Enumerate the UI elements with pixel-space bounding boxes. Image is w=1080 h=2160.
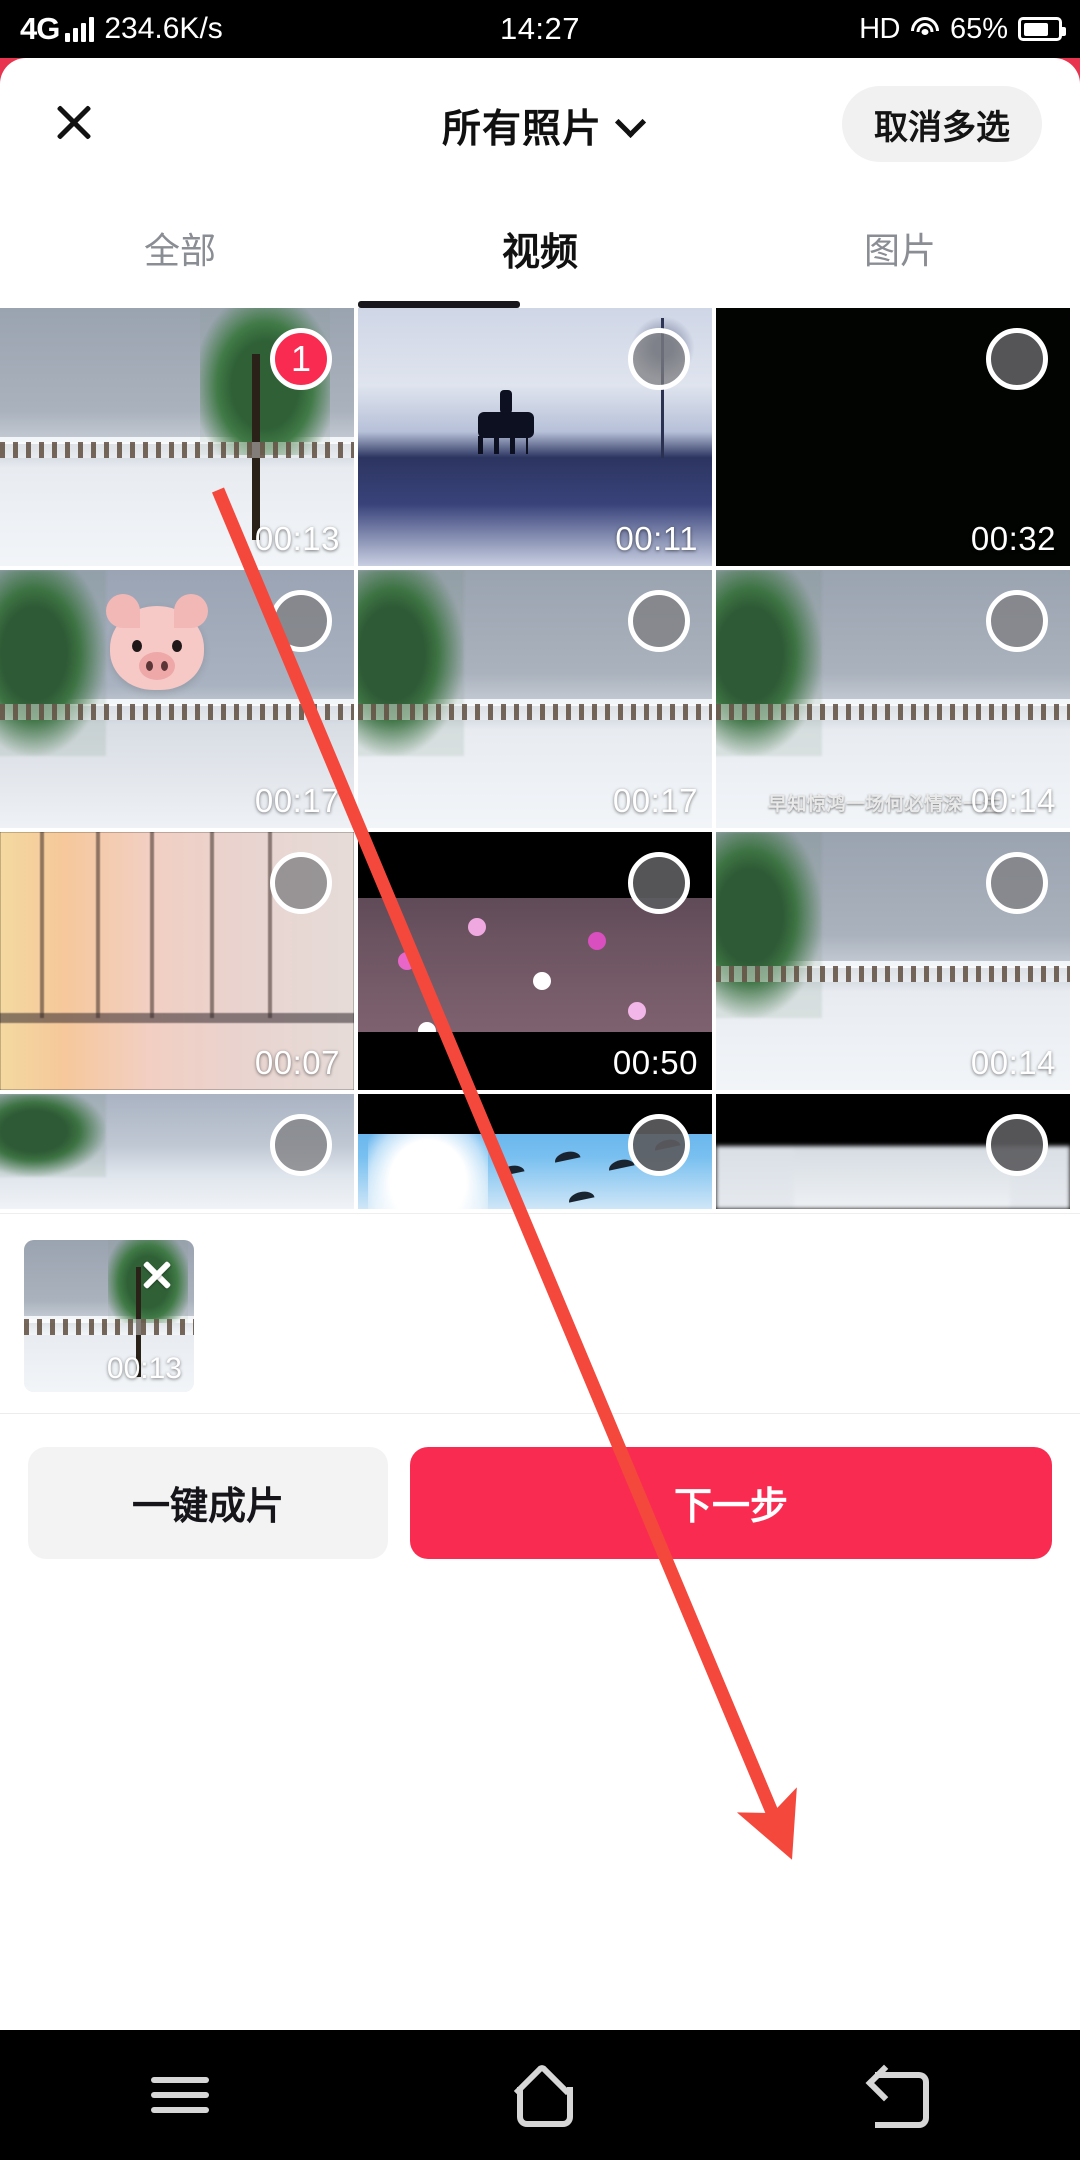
- duration-label: 00:17: [254, 782, 340, 819]
- selection-circle[interactable]: [628, 1114, 690, 1176]
- header: 所有照片 取消多选: [0, 58, 1080, 188]
- page-title: 所有照片: [441, 108, 602, 151]
- nav-back-button[interactable]: [720, 2030, 1080, 2160]
- active-tab-indicator: [358, 301, 520, 308]
- system-nav-bar: [0, 2030, 1080, 2160]
- selection-badge[interactable]: 1: [270, 328, 332, 390]
- next-step-button[interactable]: 下一步: [410, 1446, 1052, 1559]
- duration-label: 00:17: [612, 782, 698, 819]
- media-cell[interactable]: 00:17: [358, 570, 712, 828]
- wifi-icon: [910, 17, 940, 41]
- back-icon: [869, 2066, 931, 2128]
- selection-circle[interactable]: [270, 852, 332, 914]
- bottom-action-bar: 一键成片 下一步: [0, 1413, 1080, 1591]
- selection-circle[interactable]: [986, 590, 1048, 652]
- tab-video[interactable]: 视频: [360, 188, 720, 308]
- pig-emoji-sticker: [106, 594, 208, 690]
- selection-circle[interactable]: [986, 1114, 1048, 1176]
- duration-label: 00:14: [970, 782, 1056, 819]
- duration-label: 00:50: [612, 1044, 698, 1081]
- media-cell[interactable]: 00:50: [358, 832, 712, 1090]
- selected-media-item[interactable]: 00:13: [24, 1240, 194, 1392]
- media-grid: 1 00:13 00:11 00:32 00:17 00:17 早知惊鸿一场何必…: [0, 308, 1080, 1209]
- grid-row: 00:07 00:50 00:14: [0, 832, 1080, 1090]
- duration-label: 00:13: [106, 1352, 182, 1385]
- nav-home-button[interactable]: [360, 2030, 720, 2160]
- media-cell[interactable]: [358, 1094, 712, 1209]
- selection-circle[interactable]: [628, 328, 690, 390]
- video-watermark-label: 早知惊鸿一场何必情深一生: [768, 794, 1003, 815]
- grid-row: 1 00:13 00:11 00:32: [0, 308, 1080, 566]
- selected-media-tray: 00:13: [0, 1213, 1080, 1413]
- media-picker-screen: 所有照片 取消多选 全部 视频 图片 1 00:13 00:11 00:32 0…: [0, 58, 1080, 2030]
- media-cell[interactable]: 00:32: [716, 308, 1070, 566]
- tab-all[interactable]: 全部: [0, 188, 360, 308]
- battery-percent-label: 65%: [949, 12, 1008, 45]
- menu-icon: [151, 2068, 209, 2122]
- duration-label: 00:14: [970, 1044, 1056, 1081]
- status-bar: 4G 234.6K/s 14:27 HD 65%: [0, 0, 1080, 58]
- selection-circle[interactable]: [270, 590, 332, 652]
- tab-photo[interactable]: 图片: [720, 188, 1080, 308]
- grid-row: [0, 1094, 1080, 1209]
- battery-icon: [1018, 17, 1066, 41]
- status-bar-right: HD 65%: [859, 12, 1066, 46]
- media-cell[interactable]: 00:07: [0, 832, 354, 1090]
- home-icon: [509, 2065, 573, 2127]
- media-cell[interactable]: 早知惊鸿一场何必情深一生 00:14: [716, 570, 1070, 828]
- selection-circle[interactable]: [628, 590, 690, 652]
- auto-create-button[interactable]: 一键成片: [28, 1446, 388, 1559]
- media-cell[interactable]: [716, 1094, 1070, 1209]
- selection-circle[interactable]: [986, 328, 1048, 390]
- selection-circle[interactable]: [628, 852, 690, 914]
- chevron-down-icon: [614, 106, 647, 139]
- media-cell[interactable]: [0, 1094, 354, 1209]
- cancel-multiselect-button[interactable]: 取消多选: [842, 86, 1042, 162]
- media-cell[interactable]: 00:11: [358, 308, 712, 566]
- duration-label: 00:07: [254, 1044, 340, 1081]
- media-cell[interactable]: 00:17: [0, 570, 354, 828]
- duration-label: 00:11: [615, 520, 698, 557]
- selection-circle[interactable]: [270, 1114, 332, 1176]
- remove-selection-icon[interactable]: [140, 1258, 174, 1292]
- media-type-tabs: 全部 视频 图片: [0, 188, 1080, 308]
- media-cell[interactable]: 00:14: [716, 832, 1070, 1090]
- duration-label: 00:32: [970, 520, 1056, 557]
- media-cell[interactable]: 1 00:13: [0, 308, 354, 566]
- duration-label: 00:13: [254, 520, 340, 557]
- grid-row: 00:17 00:17 早知惊鸿一场何必情深一生 00:14: [0, 570, 1080, 828]
- selection-circle[interactable]: [986, 852, 1048, 914]
- hd-label: HD: [859, 12, 900, 45]
- nav-menu-button[interactable]: [0, 2030, 360, 2160]
